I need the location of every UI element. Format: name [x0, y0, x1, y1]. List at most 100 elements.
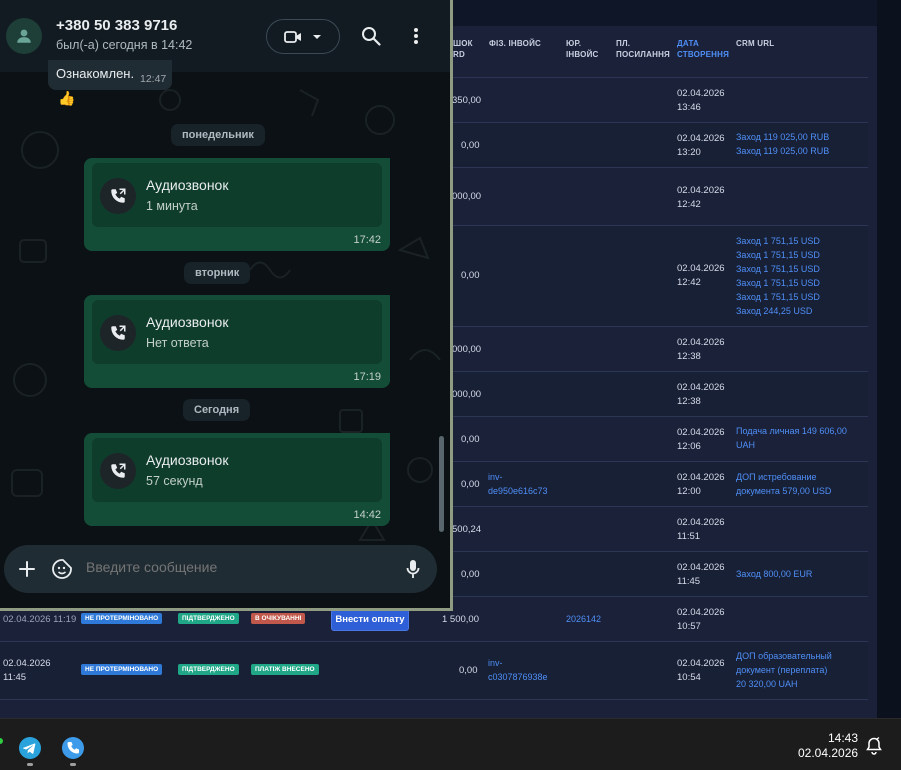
- created-time: 13:46: [677, 102, 701, 113]
- amount-cell: 0,00: [461, 569, 480, 580]
- jur-invoice-link[interactable]: 2026142: [566, 613, 601, 626]
- left-time: 11:45: [3, 672, 27, 683]
- crm-link[interactable]: ДОП истребование: [736, 471, 816, 484]
- notification-bell-icon[interactable]: [864, 736, 884, 756]
- status-badge: ПЛАТІЖ ВНЕСЕНО: [251, 664, 319, 675]
- column-header-pay-link[interactable]: пл. посилання: [616, 38, 670, 60]
- avatar[interactable]: [6, 18, 42, 54]
- phys-invoice-link[interactable]: inv- de950e616c73: [488, 470, 548, 498]
- message-time: 14:42: [353, 509, 381, 521]
- crm-link[interactable]: документ (переплата): [736, 664, 827, 677]
- created-date: 02.04.2026: [677, 472, 725, 483]
- created-time: 11:51: [677, 531, 701, 542]
- crm-link[interactable]: Заход 1 751,15 USD: [736, 249, 820, 262]
- created-date: 02.04.2026: [677, 133, 725, 144]
- status-badge: В ОЧІКУВАННІ: [251, 613, 306, 624]
- column-header-crm-url-label: crm url: [736, 39, 775, 48]
- status-badge: ПІДТВЕРДЖЕНО: [178, 613, 239, 624]
- column-header-phys-invoice[interactable]: фіз. інвойс: [489, 38, 541, 49]
- contact-last-seen: был(-а) сегодня в 14:42: [56, 38, 193, 52]
- amount-cell: 000,00: [452, 389, 482, 400]
- column-header-amount[interactable]: шок rd: [453, 38, 473, 60]
- column-header-crm-url[interactable]: crm url: [736, 38, 774, 49]
- created-date: 02.04.2026: [677, 562, 725, 573]
- make-payment-button[interactable]: Внести оплату: [331, 609, 409, 631]
- crm-link[interactable]: Заход 119 025,00 RUB: [736, 145, 829, 158]
- status-dot: [0, 738, 3, 744]
- search-button[interactable]: [359, 24, 383, 48]
- day-separator: Сегодня: [183, 399, 251, 421]
- amount-cell: 0,00: [461, 140, 480, 151]
- amount-cell: 350,00: [452, 95, 482, 106]
- chat-scrollbar[interactable]: [439, 436, 444, 532]
- created-time: 13:20: [677, 147, 701, 158]
- created-date: 02.04.2026: [677, 185, 725, 196]
- thumbs-up-reaction[interactable]: 👍: [58, 90, 75, 107]
- clock-date: 02.04.2026: [798, 746, 859, 760]
- call-title: Аудиозвонок: [146, 177, 229, 193]
- crm-link[interactable]: Заход 1 751,15 USD: [736, 277, 820, 290]
- created-time: 12:42: [677, 277, 701, 288]
- crm-link[interactable]: UAH: [736, 439, 755, 452]
- created-time: 12:38: [677, 396, 701, 407]
- phone-call-icon: [111, 325, 126, 340]
- clock-time: 14:43: [827, 731, 858, 745]
- incoming-message-text: Ознакомлен.: [56, 66, 135, 81]
- phone-call-icon: [111, 188, 126, 203]
- crm-link[interactable]: документа 579,00 USD: [736, 485, 831, 498]
- column-header-pay-link-label: пл. посилання: [616, 39, 670, 59]
- crm-link[interactable]: Заход 1 751,15 USD: [736, 263, 820, 276]
- attach-button[interactable]: [15, 557, 39, 581]
- crm-link[interactable]: 20 320,00 UAH: [736, 678, 798, 691]
- created-date: 02.04.2026: [677, 263, 725, 274]
- call-title: Аудиозвонок: [146, 452, 229, 468]
- whatsapp-chat-window: +380 50 383 9716 был(-а) сегодня в 14:42…: [0, 0, 453, 611]
- video-call-button[interactable]: [266, 19, 340, 54]
- amount-cell: 1 500,00: [442, 614, 479, 625]
- call-duration: 1 минута: [146, 199, 198, 213]
- column-header-amount-label: шок rd: [453, 39, 473, 59]
- amount-cell: 0,00: [459, 665, 478, 676]
- amount-cell: 000,00: [452, 191, 482, 202]
- call-icon-badge: [100, 315, 136, 351]
- contact-name[interactable]: +380 50 383 9716: [56, 17, 177, 34]
- crm-right-margin: [877, 0, 901, 718]
- crm-link[interactable]: Заход 1 751,15 USD: [736, 291, 820, 304]
- crm-link[interactable]: Подача личная 149 606,00: [736, 425, 847, 438]
- created-time: 11:45: [677, 576, 701, 587]
- crm-link[interactable]: Заход 800,00 EUR: [736, 568, 812, 581]
- column-header-created[interactable]: дата створення: [677, 38, 729, 60]
- phone-call-icon: [111, 463, 126, 478]
- message-input[interactable]: [86, 559, 386, 575]
- crm-link[interactable]: ДОП образовательный: [736, 650, 832, 663]
- crm-table-header: шок rd фіз. інвойс юр. інвойс пл. посила…: [440, 30, 868, 78]
- call-card: Аудиозвонок 1 минута: [92, 163, 382, 227]
- crm-link[interactable]: Заход 244,25 USD: [736, 305, 812, 318]
- chevron-down-icon: [313, 34, 321, 39]
- telegram-icon: [19, 737, 41, 759]
- call-icon-badge: [100, 453, 136, 489]
- amount-cell: 000,00: [452, 344, 482, 355]
- phys-invoice-link[interactable]: inv- c0307876938e: [488, 656, 548, 684]
- crm-link[interactable]: Заход 119 025,00 RUB: [736, 131, 829, 144]
- call-message-bubble[interactable]: Аудиозвонок 57 секунд 14:42: [84, 433, 390, 526]
- call-card: Аудиозвонок 57 секунд: [92, 438, 382, 502]
- status-badge: НЕ ПРОТЕРМІНОВАНО: [81, 613, 163, 624]
- system-clock[interactable]: 14:43 02.04.2026: [798, 731, 858, 761]
- voice-message-button[interactable]: [401, 557, 425, 581]
- amount-cell: 0,00: [461, 434, 480, 445]
- message-time: 17:42: [353, 234, 381, 246]
- column-header-created-label: дата створення: [677, 39, 730, 59]
- sticker-button[interactable]: [50, 557, 74, 581]
- call-message-bubble[interactable]: Аудиозвонок 1 минута 17:42: [84, 158, 390, 251]
- crm-link[interactable]: Заход 1 751,15 USD: [736, 235, 820, 248]
- call-message-bubble[interactable]: Аудиозвонок Нет ответа 17:19: [84, 295, 390, 388]
- created-time: 12:42: [677, 199, 701, 210]
- day-separator: вторник: [184, 262, 251, 284]
- menu-button[interactable]: [404, 24, 428, 48]
- amount-cell: 0,00: [461, 479, 480, 490]
- taskbar-telegram[interactable]: [10, 728, 50, 768]
- column-header-jur-invoice[interactable]: юр. інвойс: [566, 38, 599, 60]
- taskbar-phone-app[interactable]: [53, 728, 93, 768]
- created-time: 12:38: [677, 351, 701, 362]
